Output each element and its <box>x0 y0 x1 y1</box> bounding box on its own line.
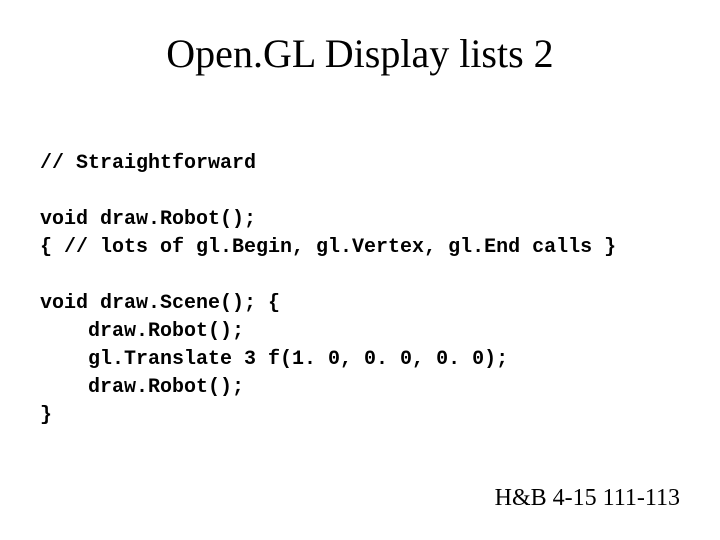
slide-footer: H&B 4-15 111-113 <box>495 485 680 512</box>
slide: Open.GL Display lists 2 // Straightforwa… <box>0 0 720 540</box>
code-block: // Straightforward void draw.Robot(); { … <box>40 150 680 430</box>
slide-title: Open.GL Display lists 2 <box>0 30 720 77</box>
